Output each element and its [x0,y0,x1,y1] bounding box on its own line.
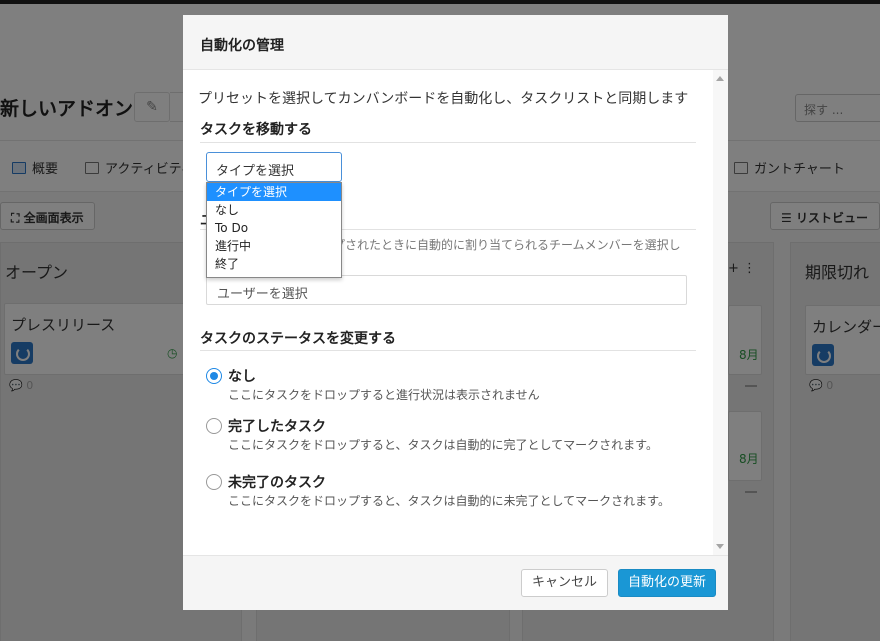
scroll-up-arrow-icon[interactable] [716,76,724,81]
radio-label: なし [228,369,256,385]
radio-description: ここにタスクをドロップすると、タスクは自動的に未完了としてマークされます。 [228,494,670,508]
user-select[interactable]: ユーザーを選択 [206,275,687,305]
update-automation-button[interactable]: 自動化の更新 [618,569,716,597]
scrollbar[interactable] [713,70,728,555]
radio-description: ここにタスクをドロップすると、タスクは自動的に完了としてマークされます。 [228,438,658,452]
modal-header: 自動化の管理 [183,15,728,70]
status-section-title: タスクのステータスを変更する [200,331,396,347]
cancel-button[interactable]: キャンセル [521,569,608,597]
modal-body: プリセットを選択してカンバンボードを自動化し、タスクリストと同期します タスクを… [183,70,728,555]
radio-button[interactable] [206,474,222,490]
user-help-text: プされたときに自動的に割り当てられるチームメンバーを選択し [333,238,681,252]
modal-title: 自動化の管理 [200,38,284,54]
option-none[interactable]: なし [207,201,341,219]
move-task-title: タスクを移動する [200,122,312,138]
radio-label: 完了したタスク [228,419,326,435]
divider [200,350,696,351]
automation-modal: 自動化の管理 プリセットを選択してカンバンボードを自動化し、タスクリストと同期し… [183,15,728,610]
task-type-dropdown: タイプを選択 なし To Do 進行中 終了 [206,182,342,278]
radio-label: 未完了のタスク [228,475,326,491]
option-done[interactable]: 終了 [207,255,341,273]
divider [200,142,696,143]
option-select-type[interactable]: タイプを選択 [207,183,341,201]
option-todo[interactable]: To Do [207,219,341,237]
option-in-progress[interactable]: 進行中 [207,237,341,255]
radio-button[interactable] [206,368,222,384]
modal-footer: キャンセル 自動化の更新 [183,555,728,610]
scroll-down-arrow-icon[interactable] [716,544,724,549]
intro-text: プリセットを選択してカンバンボードを自動化し、タスクリストと同期します [198,91,689,107]
radio-description: ここにタスクをドロップすると進行状況は表示されません [228,388,540,402]
radio-button[interactable] [206,418,222,434]
task-type-select[interactable]: タイプを選択 [206,152,342,182]
